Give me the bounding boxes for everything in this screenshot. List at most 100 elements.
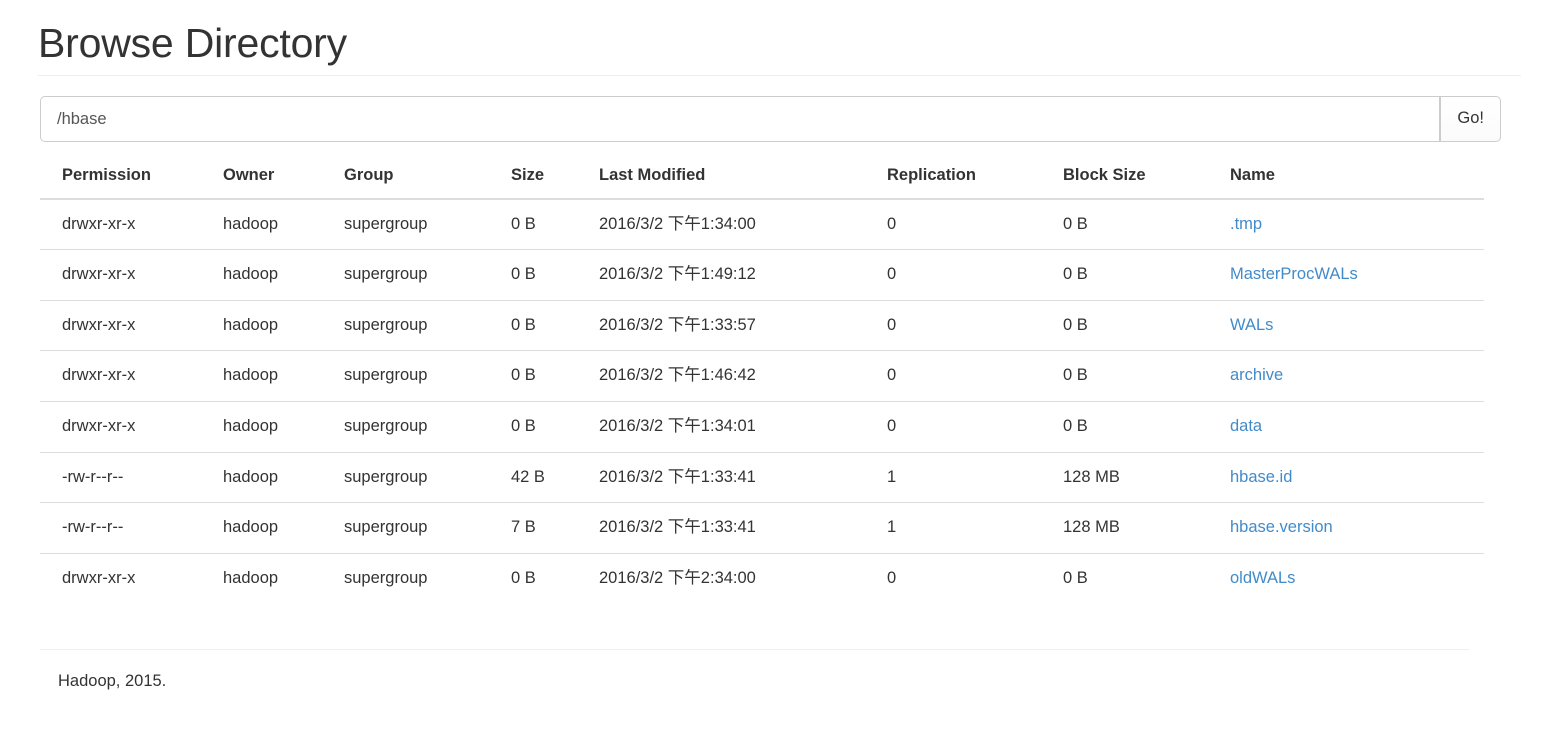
column-header-permission: Permission (40, 156, 215, 200)
cell-last-modified: 2016/3/2 下午1:33:57 (591, 299, 879, 351)
cell-block-size: 0 B (1055, 299, 1222, 351)
cell-size: 0 B (503, 299, 591, 351)
cell-name: oldWALs (1222, 552, 1484, 604)
cell-size: 0 B (511, 214, 536, 233)
cell-name: data (1222, 401, 1484, 453)
cell-last-modified: 2016/3/2 下午1:33:41 (591, 451, 879, 503)
cell-group: supergroup (336, 299, 503, 351)
cell-size: 0 B (503, 401, 591, 453)
table-head: Permission Owner Group Size Last Modifie… (40, 156, 1484, 200)
cell-block-size: 0 B (1063, 214, 1088, 233)
column-header-block-size: Block Size (1055, 156, 1222, 200)
file-name-link[interactable]: oldWALs (1230, 569, 1295, 587)
column-header-size: Size (503, 156, 591, 200)
table-row: drwxr-xr-x hadoop supergroup 0 B 2016/3/2 下午… (40, 552, 1484, 604)
table-body: drwxr-xr-x hadoop supergroup 0 B 2016/3/2 下午… (40, 199, 1484, 604)
cell-owner: hadoop (215, 552, 336, 604)
cell-group: supergroup (336, 552, 503, 604)
file-name-link[interactable]: MasterProcWALs (1230, 265, 1358, 283)
cell-group: supergroup (336, 249, 503, 301)
cell-last-modified: 2016/3/2 下午1:46:42 (591, 350, 879, 402)
cell-replication: 0 (887, 214, 897, 233)
cell-block-size: 0 B (1055, 401, 1222, 453)
column-header-name: Name (1222, 156, 1484, 200)
cell-block-size: 0 B (1055, 249, 1222, 301)
column-header-replication: Replication (879, 156, 1055, 200)
file-name-link[interactable]: hbase.version (1230, 518, 1333, 536)
cell-permission: drwxr-xr-x (40, 249, 215, 301)
cell-name: archive (1222, 350, 1484, 402)
cell-replication: 0 (879, 552, 1055, 604)
cell-last-modified: 2016/3/2 下午1:33:41 (591, 502, 879, 554)
cell-name: hbase.version (1222, 502, 1484, 554)
table-row: drwxr-xr-x hadoop supergroup 0 B 2016/3/2 下午… (40, 350, 1484, 402)
cell-name: MasterProcWALs (1222, 249, 1484, 301)
table-row: -rw-r--r-- hadoop supergroup 42 B 2016/3/2 下… (40, 451, 1484, 503)
cell-last-modified: 2016/3/2 下午2:34:00 (591, 552, 879, 604)
cell-group: supergroup (336, 451, 503, 503)
cell-size: 0 B (503, 249, 591, 301)
table-header-row: Permission Owner Group Size Last Modifie… (40, 156, 1484, 200)
page-title: Browse Directory (38, 20, 347, 66)
cell-group: supergroup (336, 350, 503, 402)
table-row: drwxr-xr-x hadoop supergroup 0 B 2016/3/2 下午… (40, 401, 1484, 453)
file-name-link[interactable]: .tmp (1230, 215, 1262, 233)
table-row: drwxr-xr-x hadoop supergroup 0 B 2016/3/2 下午… (40, 299, 1484, 351)
go-button[interactable]: Go! (1440, 96, 1501, 143)
cell-permission: -rw-r--r-- (40, 451, 215, 503)
cell-replication: 1 (879, 451, 1055, 503)
cell-owner: hadoop (215, 249, 336, 301)
cell-replication: 0 (879, 299, 1055, 351)
cell-block-size: 0 B (1055, 552, 1222, 604)
page-container: Browse Directory Go! Permission Owner Gr… (0, 0, 1559, 691)
directory-listing: Permission Owner Group Size Last Modifie… (40, 156, 1484, 604)
directory-table: Permission Owner Group Size Last Modifie… (40, 156, 1484, 604)
cell-name: hbase.id (1222, 451, 1484, 503)
column-header-owner: Owner (215, 156, 336, 200)
cell-size: 42 B (503, 451, 591, 503)
cell-permission: drwxr-xr-x (40, 552, 215, 604)
cell-block-size: 128 MB (1055, 451, 1222, 503)
file-name-link[interactable]: hbase.id (1230, 468, 1292, 486)
cell-permission: drwxr-xr-x (62, 214, 136, 233)
table-row: drwxr-xr-x hadoop supergroup 0 B 2016/3/2 下午… (40, 199, 1484, 250)
column-header-group: Group (336, 156, 503, 200)
cell-group: supergroup (336, 401, 503, 453)
cell-group: supergroup (336, 502, 503, 554)
cell-block-size: 0 B (1055, 350, 1222, 402)
cell-last-modified: 2016/3/2 下午1:34:01 (591, 401, 879, 453)
file-name-link[interactable]: WALs (1230, 316, 1273, 334)
column-header-last-modified: Last Modified (591, 156, 879, 200)
directory-path-input[interactable] (40, 96, 1441, 143)
cell-permission: drwxr-xr-x (40, 350, 215, 402)
cell-replication: 1 (879, 502, 1055, 554)
cell-permission: drwxr-xr-x (40, 299, 215, 351)
cell-block-size: 128 MB (1055, 502, 1222, 554)
cell-owner: hadoop (223, 214, 279, 233)
cell-last-modified: 2016/3/2 下午1:34:00 (599, 214, 756, 233)
cell-owner: hadoop (215, 299, 336, 351)
cell-owner: hadoop (215, 451, 336, 503)
footer-text: Hadoop, 2015. (58, 672, 167, 691)
file-name-link[interactable]: data (1230, 417, 1262, 435)
cell-replication: 0 (879, 350, 1055, 402)
cell-owner: hadoop (215, 502, 336, 554)
cell-owner: hadoop (215, 350, 336, 402)
cell-last-modified: 2016/3/2 下午1:49:12 (591, 249, 879, 301)
cell-owner: hadoop (215, 401, 336, 453)
table-row: drwxr-xr-x hadoop supergroup 0 B 2016/3/2 下午… (40, 249, 1484, 301)
cell-replication: 0 (879, 249, 1055, 301)
cell-permission: drwxr-xr-x (40, 401, 215, 453)
cell-name: .tmp (1222, 199, 1484, 250)
cell-group: supergroup (344, 214, 428, 233)
cell-name: WALs (1222, 299, 1484, 351)
table-row: -rw-r--r-- hadoop supergroup 7 B 2016/3/2 下午… (40, 502, 1484, 554)
cell-size: 0 B (503, 350, 591, 402)
cell-size: 7 B (503, 502, 591, 554)
cell-replication: 0 (879, 401, 1055, 453)
page-header: Browse Directory (38, 0, 1521, 77)
cell-size: 0 B (503, 552, 591, 604)
cell-permission: -rw-r--r-- (40, 502, 215, 554)
file-name-link[interactable]: archive (1230, 366, 1283, 384)
path-form: Go! (40, 96, 1501, 143)
